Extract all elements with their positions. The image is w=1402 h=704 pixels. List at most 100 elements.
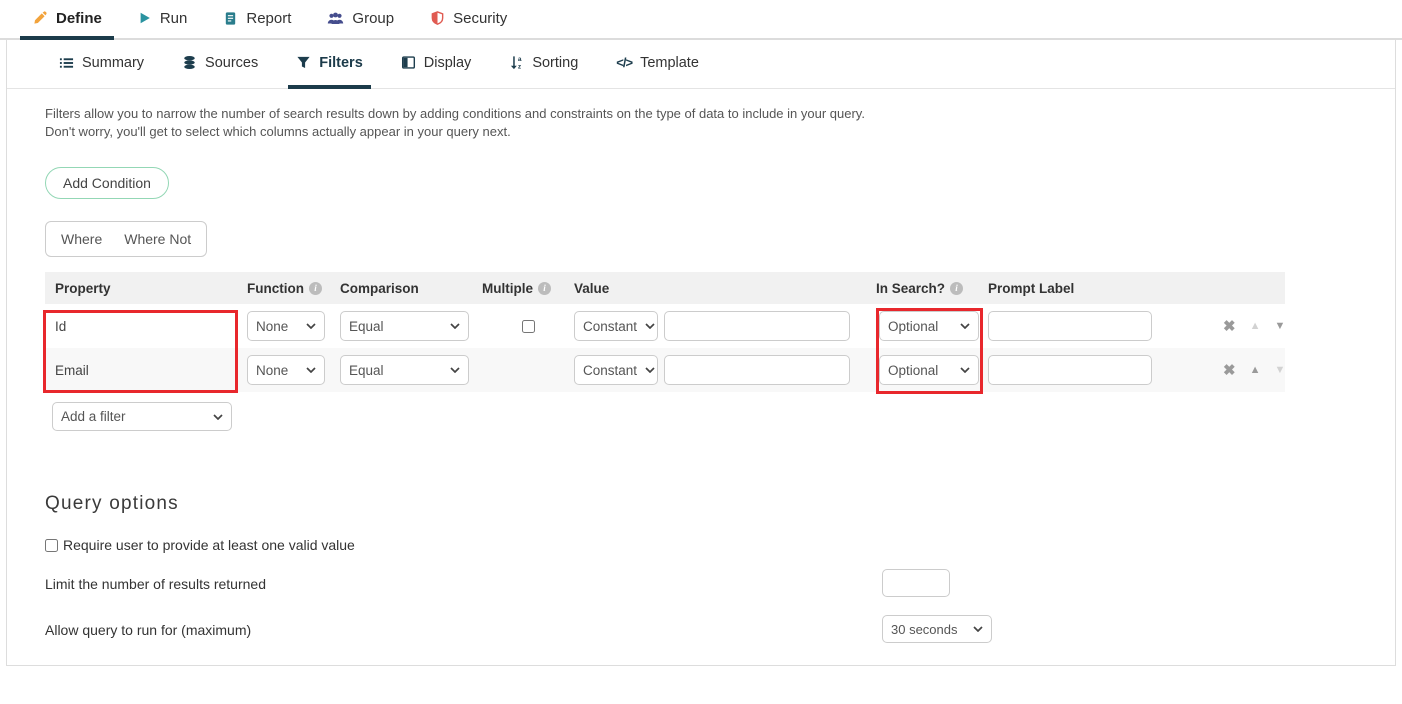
subtab-display-label: Display — [424, 55, 472, 71]
chevron-down-icon — [645, 367, 655, 373]
move-down-icon[interactable]: ▼ — [1274, 364, 1285, 376]
comparison-select[interactable]: Equal — [340, 355, 469, 385]
tab-report-label: Report — [246, 10, 291, 27]
multiple-checkbox[interactable] — [522, 320, 535, 333]
query-timeout-row: Allow query to run for (maximum) 30 seco… — [45, 615, 1395, 645]
limit-results-label: Limit the number of results returned — [45, 576, 266, 592]
add-filter-select[interactable]: Add a filter — [52, 402, 232, 431]
chevron-down-icon — [960, 323, 970, 329]
filter-row-id: Id None Equal Constant Optional ✖ ▲ ▼ — [45, 304, 1285, 348]
where-button[interactable]: Where — [61, 231, 102, 247]
header-multiple: Multiplei — [482, 281, 574, 296]
where-not-button[interactable]: Where Not — [124, 231, 191, 247]
tab-security[interactable]: Security — [418, 0, 519, 40]
limit-results-input[interactable] — [882, 569, 950, 597]
top-nav: Define Run Report Group Security — [0, 0, 1402, 40]
chevron-down-icon — [645, 323, 655, 329]
filters-description-line2: Don't worry, you'll get to select which … — [45, 123, 1395, 141]
subtab-sources-label: Sources — [205, 55, 258, 71]
funnel-icon — [296, 55, 311, 70]
chevron-down-icon — [306, 367, 316, 373]
filters-description: Filters allow you to narrow the number o… — [45, 105, 1395, 141]
header-in-search: In Search?i — [876, 281, 988, 296]
svg-text:z: z — [518, 64, 522, 70]
pencil-icon — [32, 10, 48, 26]
filter-property: Id — [45, 319, 247, 334]
chevron-down-icon — [450, 367, 460, 373]
move-down-icon[interactable]: ▼ — [1274, 320, 1285, 332]
move-up-icon[interactable]: ▲ — [1250, 320, 1261, 332]
function-select[interactable]: None — [247, 355, 325, 385]
svg-text:a: a — [518, 56, 522, 63]
value-type-select[interactable]: Constant — [574, 311, 658, 341]
delete-filter-icon[interactable]: ✖ — [1223, 361, 1236, 379]
query-options-title: Query options — [45, 493, 1395, 515]
comparison-select[interactable]: Equal — [340, 311, 469, 341]
subtab-summary-label: Summary — [82, 55, 144, 71]
sort-icon: az — [509, 55, 524, 70]
subtab-template-label: Template — [640, 55, 699, 71]
tab-group[interactable]: Group — [315, 0, 406, 40]
tab-security-label: Security — [453, 10, 507, 27]
where-toggle-group: Where Where Not — [45, 221, 207, 257]
tab-define-label: Define — [56, 10, 102, 27]
subtab-sorting[interactable]: az Sorting — [501, 40, 586, 89]
subtab-filters[interactable]: Filters — [288, 40, 371, 89]
query-timeout-label: Allow query to run for (maximum) — [45, 622, 251, 638]
filters-description-line1: Filters allow you to narrow the number o… — [45, 105, 1395, 123]
prompt-label-input[interactable] — [988, 355, 1152, 385]
add-condition-button[interactable]: Add Condition — [45, 167, 169, 199]
function-select[interactable]: None — [247, 311, 325, 341]
info-icon[interactable]: i — [309, 282, 322, 295]
in-search-select[interactable]: Optional — [879, 311, 979, 341]
info-icon[interactable]: i — [950, 282, 963, 295]
in-search-select[interactable]: Optional — [879, 355, 979, 385]
value-input[interactable] — [664, 311, 850, 341]
header-prompt-label: Prompt Label — [988, 281, 1185, 296]
subtab-summary[interactable]: Summary — [51, 40, 152, 89]
tab-run-label: Run — [160, 10, 188, 27]
subtab-filters-label: Filters — [319, 55, 363, 71]
tab-group-label: Group — [352, 10, 394, 27]
chevron-down-icon — [973, 626, 983, 632]
subtab-template[interactable]: </> Template — [608, 40, 707, 89]
code-icon: </> — [616, 55, 632, 70]
define-panel: Summary Sources Filters Display az Sorti… — [6, 40, 1396, 666]
header-function: Functioni — [247, 281, 340, 296]
move-up-icon[interactable]: ▲ — [1250, 364, 1261, 376]
chevron-down-icon — [450, 323, 460, 329]
limit-results-row: Limit the number of results returned — [45, 569, 1395, 599]
require-valid-value-label: Require user to provide at least one val… — [63, 537, 355, 553]
info-icon[interactable]: i — [538, 282, 551, 295]
tab-run[interactable]: Run — [126, 0, 200, 40]
delete-filter-icon[interactable]: ✖ — [1223, 317, 1236, 335]
columns-icon — [401, 55, 416, 70]
subtab-sources[interactable]: Sources — [174, 40, 266, 89]
chevron-down-icon — [960, 367, 970, 373]
require-valid-value-row: Require user to provide at least one val… — [45, 537, 1395, 553]
group-icon — [327, 11, 344, 26]
database-icon — [182, 55, 197, 70]
query-timeout-select[interactable]: 30 seconds — [882, 615, 992, 643]
report-icon — [223, 11, 238, 26]
filter-row-email: Email None Equal Constant Optional ✖ ▲ ▼ — [45, 348, 1285, 392]
subtab-sorting-label: Sorting — [532, 55, 578, 71]
play-icon — [138, 11, 152, 25]
chevron-down-icon — [213, 414, 223, 420]
chevron-down-icon — [306, 323, 316, 329]
filters-table: Property Functioni Comparison Multiplei … — [45, 272, 1285, 392]
value-type-select[interactable]: Constant — [574, 355, 658, 385]
header-value: Value — [574, 281, 876, 296]
header-comparison: Comparison — [340, 281, 482, 296]
shield-icon — [430, 10, 445, 26]
prompt-label-input[interactable] — [988, 311, 1152, 341]
tab-define[interactable]: Define — [20, 0, 114, 40]
sub-nav: Summary Sources Filters Display az Sorti… — [7, 40, 1395, 89]
filter-property: Email — [45, 363, 247, 378]
filters-table-header: Property Functioni Comparison Multiplei … — [45, 272, 1285, 304]
tab-report[interactable]: Report — [211, 0, 303, 40]
list-icon — [59, 56, 74, 70]
subtab-display[interactable]: Display — [393, 40, 480, 89]
value-input[interactable] — [664, 355, 850, 385]
require-valid-value-checkbox[interactable] — [45, 539, 58, 552]
